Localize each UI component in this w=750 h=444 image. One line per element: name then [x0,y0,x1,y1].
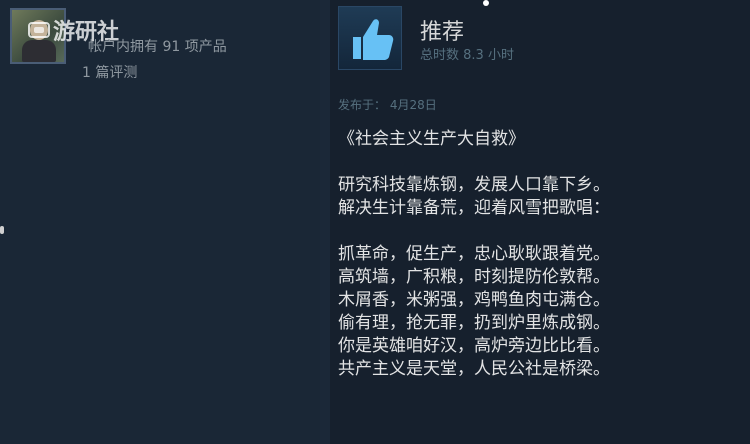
review-line: 木屑香，米粥强，鸡鸭鱼肉屯满仓。 [338,290,610,310]
review-line: 你是英雄咱好汉，高炉旁边比比看。 [338,336,610,356]
review-line: 共产主义是天堂，人民公社是桥梁。 [338,359,610,379]
posted-date: 发布于： 4月28日 [338,98,437,112]
recommendation-label: 推荐 [420,20,465,45]
review-count[interactable]: 1 篇评测 [82,62,137,82]
review-line: 解决生计靠备荒，迎着风雪把歌唱： [338,198,610,218]
review-title: 《社会主义生产大自救》 [338,129,525,149]
review-line: 偷有理，抢无罪，扔到炉里炼成钢。 [338,313,610,333]
review-line: 高筑墙，广积粮，时刻提防伦敦帮。 [338,267,610,287]
review-line: 抓革命，促生产，忠心耿耿跟着党。 [338,244,610,264]
products-owned[interactable]: 帐户内拥有 91 项产品 [88,36,227,56]
review-line: 研究科技靠炼钢，发展人口靠下乡。 [338,175,610,195]
recommendation-header[interactable]: 推荐 总时数 8.3 小时 [338,6,750,74]
edge-marker [0,226,4,234]
dot-marker [483,0,489,6]
hours-played: 总时数 8.3 小时 [420,48,514,63]
reviewer-panel [0,0,320,444]
thumbs-up-icon [338,6,402,70]
review-text: 《社会主义生产大自救》 研究科技靠炼钢，发展人口靠下乡。 解决生计靠备荒，迎着风… [338,128,738,381]
gamepad-icon [28,22,50,38]
